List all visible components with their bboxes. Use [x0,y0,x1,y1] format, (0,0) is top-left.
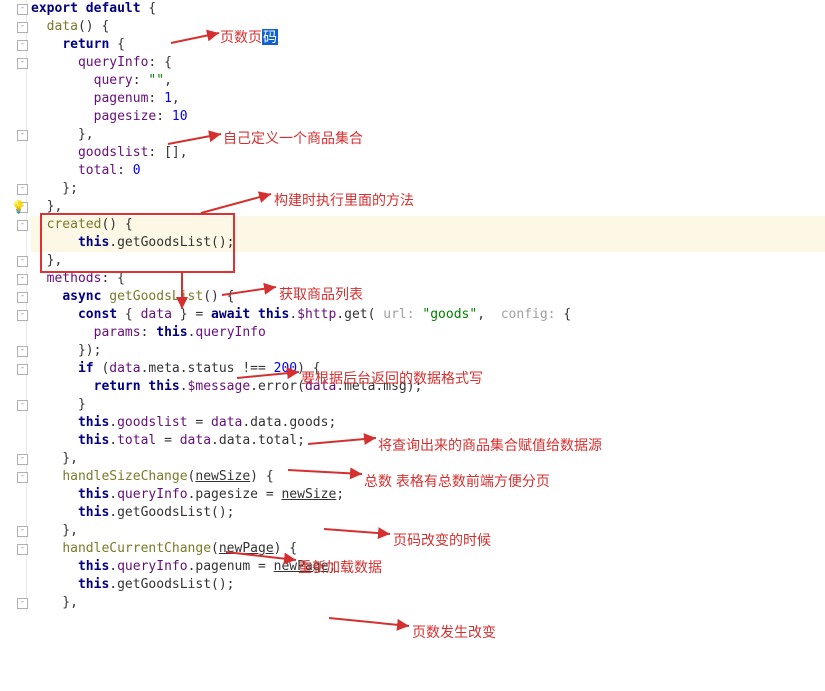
code-line[interactable]: this.queryInfo.pagesize = newSize; [31,486,825,504]
code-line[interactable]: - }, [31,450,825,468]
code-line[interactable]: - const { data } = await this.$http.get(… [31,306,825,324]
number-literal: 200 [274,361,297,376]
fold-icon[interactable]: - [17,4,28,15]
number-literal: 0 [133,163,141,178]
fold-icon[interactable]: - [17,274,28,285]
gutter [0,0,27,612]
fold-icon[interactable]: - [17,58,28,69]
code-line[interactable]: - }, [31,594,825,612]
code-line[interactable]: - return { [31,36,825,54]
lightbulb-icon[interactable]: 💡 [11,198,26,216]
code-line[interactable]: - }); [31,342,825,360]
string-literal: "goods" [422,307,477,322]
code-line[interactable]: - if (data.meta.status !== 200) { [31,360,825,378]
fold-icon[interactable]: - [17,472,28,483]
code-line[interactable]: - }, [31,252,825,270]
code-line[interactable]: goodslist: [], [31,144,825,162]
arrow-icon [327,610,415,632]
code-line[interactable]: pagesize: 10 [31,108,825,126]
code-line[interactable]: - }, [31,522,825,540]
code-line[interactable]: - queryInfo: { [31,54,825,72]
code-line[interactable]: -export default { [31,0,825,18]
code-line[interactable]: - }, [31,126,825,144]
number-literal: 10 [172,109,188,124]
code-line[interactable]: this.goodslist = data.data.goods; [31,414,825,432]
code-line[interactable]: query: "", [31,72,825,90]
code-line[interactable]: - async getGoodsList() { [31,288,825,306]
code-line[interactable]: this.total = data.data.total; [31,432,825,450]
code-line[interactable]: this.getGoodsList(); [31,504,825,522]
fold-icon[interactable]: - [17,220,28,231]
code-line[interactable]: params: this.queryInfo [31,324,825,342]
fold-icon[interactable]: - [17,184,28,195]
fold-icon[interactable]: - [17,130,28,141]
fold-icon[interactable]: - [17,598,28,609]
code-line[interactable]: - handleSizeChange(newSize) { [31,468,825,486]
code-line[interactable]: - } [31,396,825,414]
code-line[interactable]: return this.$message.error(data.meta.msg… [31,378,825,396]
code-line[interactable]: pagenum: 1, [31,90,825,108]
fold-icon[interactable]: - [17,40,28,51]
fold-icon[interactable]: - [17,292,28,303]
code-line[interactable]: - }; [31,180,825,198]
fold-icon[interactable]: - [17,22,28,33]
code-area[interactable]: -export default { - data() { - return { … [27,0,825,612]
code-line[interactable]: - created() { [31,216,825,234]
number-literal: 1 [164,91,172,106]
code-line[interactable]: total: 0 [31,162,825,180]
fold-icon[interactable]: - [17,400,28,411]
string-literal: "" [148,73,164,88]
code-line[interactable]: - data() { [31,18,825,36]
code-line[interactable]: - handleCurrentChange(newPage) { [31,540,825,558]
annotation-pagenum-change: 页数发生改变 [412,622,496,642]
fold-icon[interactable]: - [17,310,28,321]
fold-icon[interactable]: - [17,454,28,465]
fold-icon[interactable]: - [17,346,28,357]
fold-icon[interactable]: - [17,526,28,537]
fold-icon[interactable]: - [17,544,28,555]
code-line[interactable]: this.queryInfo.pagenum = newPage; [31,558,825,576]
fold-icon[interactable]: - [17,256,28,267]
code-line[interactable]: this.getGoodsList(); [31,576,825,594]
code-editor[interactable]: -export default { - data() { - return { … [0,0,825,612]
code-line[interactable]: this.getGoodsList(); [31,234,825,252]
fold-icon[interactable]: - [17,364,28,375]
code-line[interactable]: - 💡}, [31,198,825,216]
code-line[interactable]: - methods: { [31,270,825,288]
